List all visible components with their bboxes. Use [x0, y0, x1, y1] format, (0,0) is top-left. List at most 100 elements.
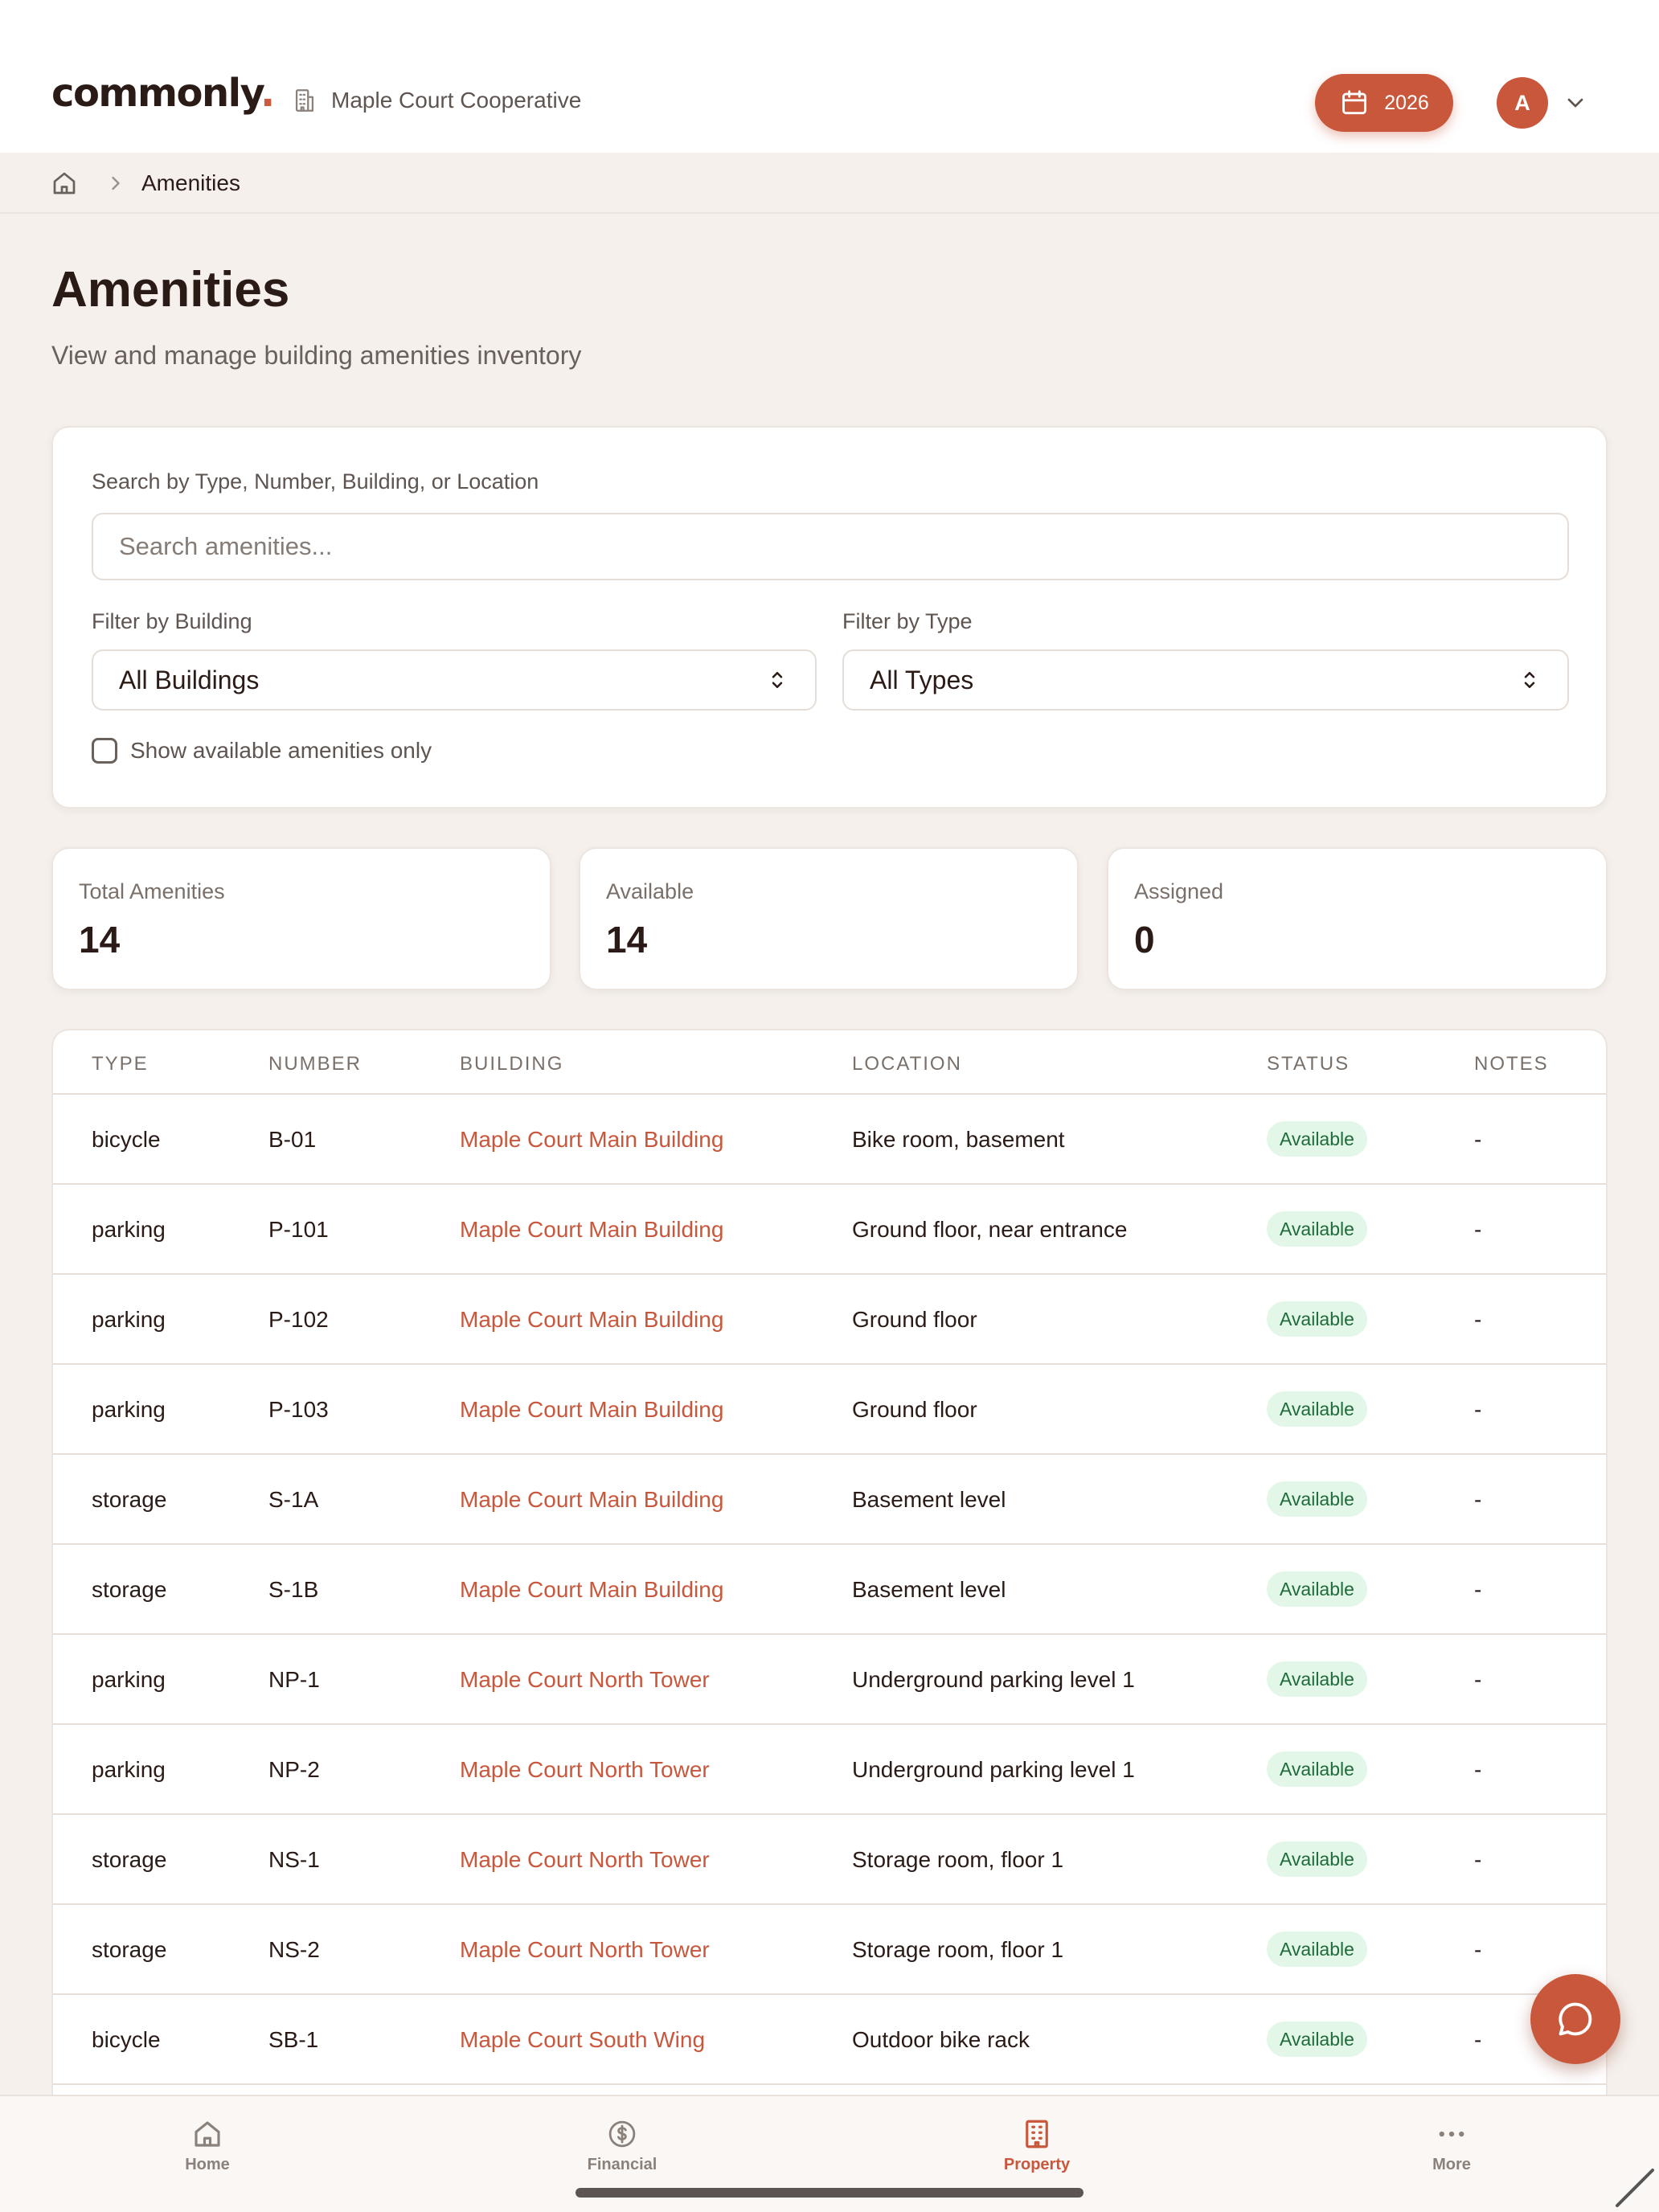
amenities-table: Type Number Building Location Status Not…: [51, 1029, 1608, 2212]
stat-value: 0: [1134, 919, 1155, 961]
available-only-label: Show available amenities only: [130, 738, 432, 763]
table-row[interactable]: bicycle SB-1 Maple Court South Wing Outdoor…: [53, 1995, 1606, 2085]
cell-notes: -: [1474, 1577, 1482, 1602]
table-row[interactable]: bicycle B-01 Maple Court Main Building Bike…: [53, 1095, 1606, 1185]
cell-notes: -: [1474, 1937, 1482, 1962]
cell-number: P-103: [268, 1397, 329, 1422]
cell-type: parking: [92, 1667, 166, 1692]
building-filter-value: All Buildings: [119, 665, 260, 694]
cell-building-link[interactable]: Maple Court Main Building: [460, 1397, 723, 1423]
status-badge: Available: [1267, 1211, 1367, 1247]
cell-location: Ground floor, near entrance: [852, 1217, 1128, 1242]
chevron-down-icon[interactable]: [1563, 90, 1588, 116]
commonly-logo[interactable]: commonly.: [51, 74, 275, 113]
cell-notes: -: [1474, 1217, 1482, 1242]
table-row[interactable]: parking NP-1 Maple Court North Tower Underg…: [53, 1635, 1606, 1725]
type-filter-select[interactable]: All Types: [842, 649, 1569, 711]
table-row[interactable]: parking P-101 Maple Court Main Building Gro…: [53, 1185, 1606, 1275]
cell-location: Outdoor bike rack: [852, 2027, 1030, 2052]
cell-building-link[interactable]: Maple Court Main Building: [460, 1127, 723, 1153]
cell-location: Ground floor: [852, 1397, 977, 1422]
home-icon[interactable]: [50, 169, 79, 198]
cell-notes: -: [1474, 1397, 1482, 1422]
nav-item-home[interactable]: Home: [127, 2117, 288, 2174]
table-row[interactable]: parking NP-2 Maple Court North Tower Underg…: [53, 1725, 1606, 1815]
chat-button[interactable]: [1530, 1974, 1620, 2064]
column-header-notes[interactable]: Notes: [1474, 1053, 1549, 1075]
table-row[interactable]: parking P-103 Maple Court Main Building Gro…: [53, 1365, 1606, 1455]
column-header-type[interactable]: Type: [92, 1053, 149, 1075]
available-only-checkbox[interactable]: [92, 738, 117, 764]
cell-number: S-1A: [268, 1487, 319, 1512]
cell-location: Storage room, floor 1: [852, 1937, 1064, 1962]
cell-type: storage: [92, 1937, 167, 1962]
column-header-location[interactable]: Location: [852, 1053, 962, 1075]
status-badge: Available: [1267, 2022, 1367, 2057]
cell-building-link[interactable]: Maple Court North Tower: [460, 1937, 710, 1963]
chevron-up-down-icon: [1524, 672, 1535, 688]
table-row[interactable]: storage S-1B Maple Court Main Building Base…: [53, 1545, 1606, 1635]
nav-item-financial[interactable]: Financial: [542, 2117, 703, 2174]
status-badge: Available: [1267, 1301, 1367, 1337]
cell-number: NP-2: [268, 1757, 320, 1782]
status-badge: Available: [1267, 1931, 1367, 1967]
cell-building-link[interactable]: Maple Court North Tower: [460, 1757, 710, 1783]
cell-notes: -: [1474, 1127, 1482, 1152]
cell-location: Basement level: [852, 1487, 1006, 1512]
cell-location: Bike room, basement: [852, 1127, 1065, 1152]
nav-item-more[interactable]: More: [1371, 2117, 1532, 2174]
table-row[interactable]: storage NS-2 Maple Court North Tower Storag…: [53, 1905, 1606, 1995]
cell-number: S-1B: [268, 1577, 319, 1602]
org-name: Maple Court Cooperative: [331, 88, 582, 113]
cell-type: bicycle: [92, 1127, 161, 1152]
cell-notes: -: [1474, 1667, 1482, 1692]
cell-number: NS-2: [268, 1937, 320, 1962]
column-header-building[interactable]: Building: [460, 1053, 563, 1075]
cell-number: SB-1: [268, 2027, 319, 2052]
org-selector[interactable]: Maple Court Cooperative: [291, 87, 581, 114]
search-input[interactable]: [92, 513, 1569, 580]
nav-label: Home: [185, 2156, 230, 2173]
column-header-status[interactable]: Status: [1267, 1053, 1350, 1075]
status-badge: Available: [1267, 1571, 1367, 1607]
cell-building-link[interactable]: Maple Court Main Building: [460, 1577, 723, 1603]
user-avatar[interactable]: A: [1497, 77, 1548, 129]
home-icon: [195, 2121, 220, 2147]
cell-notes: -: [1474, 1307, 1482, 1332]
cell-building-link[interactable]: Maple Court South Wing: [460, 2027, 705, 2053]
status-badge: Available: [1267, 1121, 1367, 1157]
stat-assigned: Assigned 0: [1107, 847, 1608, 990]
cell-building-link[interactable]: Maple Court Main Building: [460, 1307, 723, 1333]
cell-location: Underground parking level 1: [852, 1757, 1135, 1782]
available-only-toggle[interactable]: Show available amenities only: [92, 738, 432, 764]
cell-building-link[interactable]: Maple Court North Tower: [460, 1847, 710, 1873]
cell-notes: -: [1474, 1487, 1482, 1512]
table-row[interactable]: storage S-1A Maple Court Main Building Base…: [53, 1455, 1606, 1545]
cell-location: Underground parking level 1: [852, 1667, 1135, 1692]
building-icon: [1026, 2120, 1048, 2149]
status-badge: Available: [1267, 1841, 1367, 1877]
breadcrumb: Amenities: [0, 153, 1659, 214]
nav-item-property[interactable]: Property: [956, 2117, 1117, 2174]
building-icon: [295, 89, 314, 112]
table-row[interactable]: storage NS-1 Maple Court North Tower Storag…: [53, 1815, 1606, 1905]
chevron-right-icon: [112, 176, 120, 190]
stat-available: Available 14: [579, 847, 1079, 990]
cell-type: storage: [92, 1577, 167, 1602]
cell-building-link[interactable]: Maple Court North Tower: [460, 1667, 710, 1693]
cell-type: parking: [92, 1307, 166, 1332]
chevron-up-down-icon: [772, 672, 783, 688]
table-row[interactable]: parking P-102 Maple Court Main Building Gro…: [53, 1275, 1606, 1365]
cell-notes: -: [1474, 1757, 1482, 1782]
building-filter-select[interactable]: All Buildings: [92, 649, 817, 711]
cell-location: Basement level: [852, 1577, 1006, 1602]
cell-building-link[interactable]: Maple Court Main Building: [460, 1487, 723, 1513]
stat-total-amenities: Total Amenities 14: [51, 847, 551, 990]
cell-building-link[interactable]: Maple Court Main Building: [460, 1217, 723, 1243]
cell-number: NS-1: [268, 1847, 320, 1872]
year-selector-button[interactable]: 2026: [1315, 74, 1453, 132]
more-icon: [1439, 2131, 1464, 2137]
dollar-icon: [608, 2120, 636, 2148]
column-header-number[interactable]: Number: [268, 1053, 362, 1075]
search-label: Search by Type, Number, Building, or Loc…: [92, 469, 539, 494]
